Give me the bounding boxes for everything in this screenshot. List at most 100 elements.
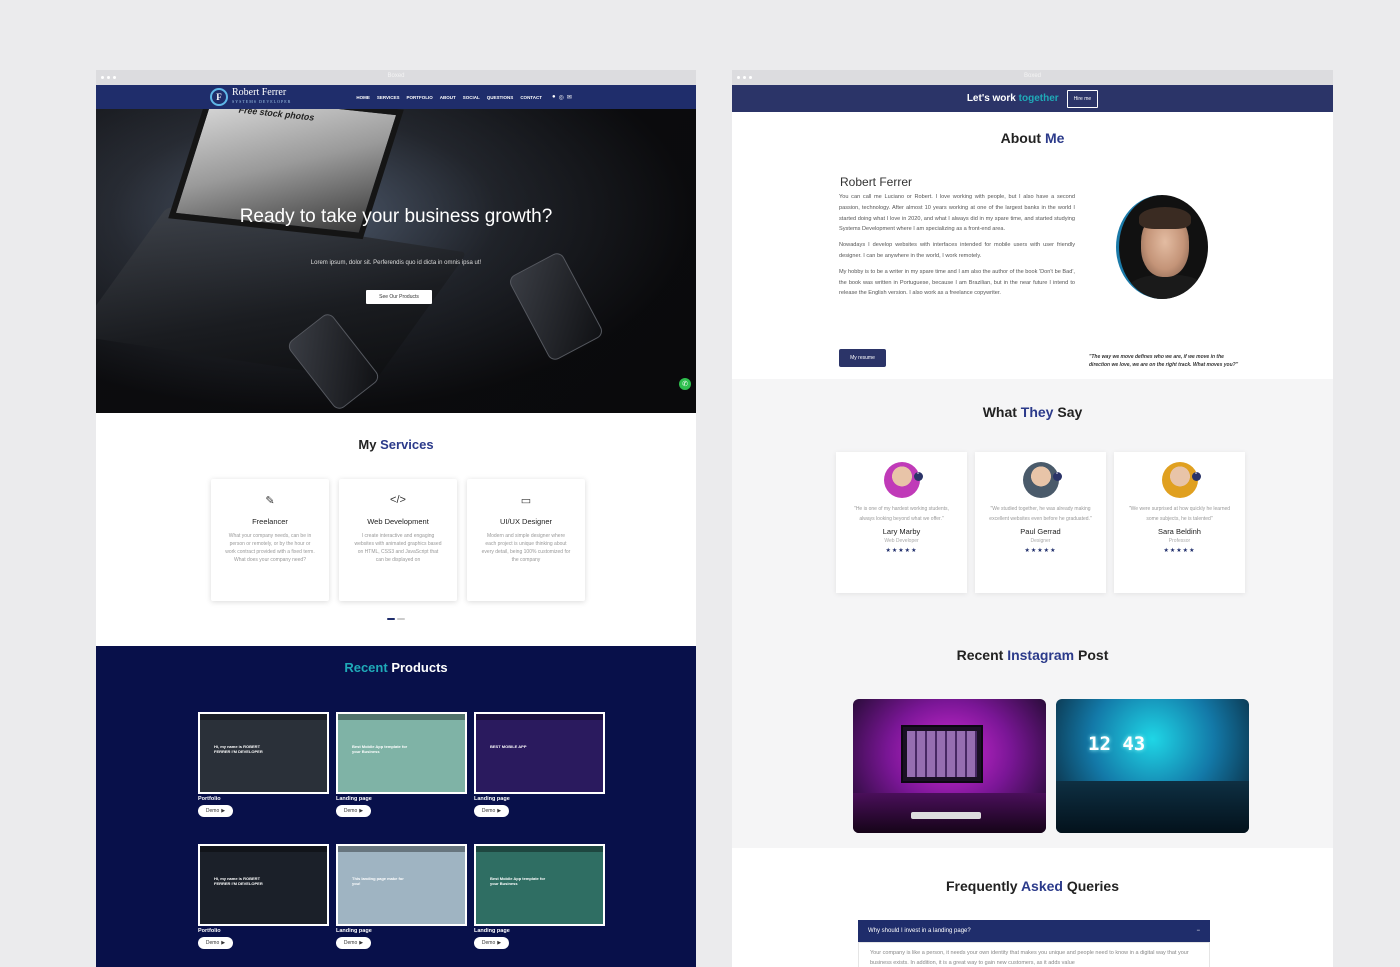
right-browser-window: Boxed Let's work together Hire me About …	[732, 70, 1333, 967]
products-heading: Recent Products	[96, 660, 696, 675]
menu-item-services[interactable]: SERVICES	[377, 95, 400, 100]
about-section: About Me Robert Ferrer You can call me L…	[732, 112, 1333, 379]
demo-label: Demo	[481, 940, 496, 946]
demo-button[interactable]: Demo ▶	[336, 805, 371, 817]
testimonials-heading-c: Say	[1057, 404, 1083, 420]
service-card: ✎ Freelancer What your company needs, ca…	[211, 479, 329, 601]
demo-button[interactable]: Demo ▶	[198, 937, 233, 949]
testimonial-name: Lary Marby	[882, 527, 921, 536]
pager-dot-active[interactable]	[387, 618, 395, 620]
rating-stars: ★★★★★	[1024, 548, 1057, 554]
avatar: "	[1022, 462, 1062, 498]
about-paragraph: You can call me Luciano or Robert. I lov…	[839, 194, 1075, 233]
play-icon: ▶	[359, 808, 364, 814]
instagram-icon[interactable]: ◎	[559, 94, 564, 101]
product-card: Best Mobile App template for your Busine…	[336, 712, 467, 817]
thumbnail-text: Hi, my name is ROBERT FERRER I'M DEVELOP…	[214, 744, 263, 754]
menu-item-contact[interactable]: CONTACT	[520, 95, 542, 100]
product-thumbnail[interactable]: Best Mobile App template for your Busine…	[474, 844, 605, 926]
monitor-icon: ▭	[520, 495, 532, 507]
logo-mark: F	[210, 88, 228, 106]
product-thumbnail[interactable]: BEST MOBILE APP	[474, 712, 605, 794]
menu-item-portfolio[interactable]: PORTFOLIO	[407, 95, 433, 100]
thumbnail-nav	[200, 846, 327, 852]
demo-label: Demo	[343, 808, 358, 814]
demo-button[interactable]: Demo ▶	[474, 805, 509, 817]
rating-stars: ★★★★★	[1163, 548, 1196, 554]
post-desk-image	[1056, 781, 1249, 833]
instagram-post[interactable]: 12 43	[1056, 699, 1249, 833]
window-title: Boxed	[387, 73, 405, 79]
demo-button[interactable]: Demo ▶	[474, 937, 509, 949]
avatar: "	[1161, 462, 1201, 498]
collapse-icon[interactable]: −	[1196, 928, 1200, 934]
demo-button[interactable]: Demo ▶	[336, 937, 371, 949]
cta-bar: Let's work together Hire me	[732, 85, 1333, 112]
post-monitor-image	[901, 725, 983, 783]
pager-dot[interactable]	[397, 618, 405, 620]
about-heading-a: About	[1000, 130, 1042, 146]
service-title: UI/UX Designer	[499, 517, 553, 526]
instagram-heading-a: Recent	[956, 647, 1004, 663]
hero-phone-image	[507, 250, 605, 363]
carousel-pager[interactable]	[387, 618, 405, 620]
services-heading-a: My	[358, 437, 377, 452]
thumbnail-nav	[338, 714, 465, 720]
products-heading-b: Products	[391, 660, 448, 675]
thumbnail-text: This landing page make for you!	[352, 876, 404, 886]
product-thumbnail[interactable]: Hi, my name is ROBERT FERRER I'M DEVELOP…	[198, 712, 329, 794]
rating-stars: ★★★★★	[885, 548, 918, 554]
testimonial-card: " "He is one of my hardest working studen…	[836, 452, 967, 593]
thumbnail-nav	[476, 714, 603, 720]
see-products-button[interactable]: See Our Products	[366, 290, 432, 304]
hire-me-button[interactable]: Hire me	[1066, 89, 1099, 108]
testimonial-card: " "We were surprised at how quickly he le…	[1114, 452, 1245, 593]
menu-item-about[interactable]: ABOUT	[440, 95, 456, 100]
profile-photo	[1116, 195, 1208, 299]
product-label: Landing page	[336, 796, 372, 802]
cta-title-a: Let's work	[966, 93, 1016, 104]
demo-button[interactable]: Demo ▶	[198, 805, 233, 817]
post-clock-text: 12 43	[1088, 733, 1146, 755]
play-icon: ▶	[359, 940, 364, 946]
instagram-post[interactable]	[853, 699, 1046, 833]
play-icon: ▶	[221, 940, 226, 946]
my-resume-button[interactable]: My resume	[839, 349, 886, 367]
testimonial-role: Designer	[1030, 538, 1051, 544]
menu-item-social[interactable]: SOCIAL	[463, 95, 480, 100]
thumbnail-text: Hi, my name is ROBERT FERRER I'M DEVELOP…	[214, 876, 263, 886]
instagram-heading-c: Post	[1078, 647, 1109, 663]
testimonials-heading-b: They	[1020, 404, 1054, 420]
product-label: Portfolio	[198, 928, 221, 934]
site-logo[interactable]: F Robert Ferrer SYSTEMS DEVELOPER	[210, 88, 291, 106]
instagram-heading-b: Instagram	[1007, 647, 1075, 663]
quote-icon: "	[913, 472, 923, 481]
laptop-screen-text: Free stock photos	[237, 109, 316, 123]
testimonial-quote: "He is one of my hardest working student…	[854, 506, 949, 522]
quote-icon: "	[1191, 472, 1201, 481]
facebook-icon[interactable]: ●	[552, 94, 556, 101]
demo-label: Demo	[343, 940, 358, 946]
testimonials-section: What They Say " "He is one of my hardest …	[732, 379, 1333, 653]
menu-item-home[interactable]: HOME	[356, 95, 370, 100]
faq-heading-a: Frequently	[945, 878, 1018, 894]
hero-title: Ready to take your business growth?	[239, 206, 553, 227]
product-card: Hi, my name is ROBERT FERRER I'M DEVELOP…	[198, 844, 329, 949]
product-card: Hi, my name is ROBERT FERRER I'M DEVELOP…	[198, 712, 329, 817]
window-title: Boxed	[1023, 73, 1041, 79]
product-card: This landing page make for you! Landing p…	[336, 844, 467, 949]
product-thumbnail[interactable]: Best Mobile App template for your Busine…	[336, 712, 467, 794]
products-section: Recent Products Hi, my name is ROBERT FE…	[96, 646, 696, 967]
testimonial-role: Web Developer	[884, 538, 919, 544]
mail-icon[interactable]: ✉	[567, 94, 572, 101]
product-thumbnail[interactable]: This landing page make for you!	[336, 844, 467, 926]
thumbnail-nav	[200, 714, 327, 720]
testimonial-name: Paul Gerrad	[1020, 527, 1061, 536]
menu-item-questions[interactable]: QUESTIONS	[487, 95, 514, 100]
service-card: </> Web Development I create interactive…	[339, 479, 457, 601]
logo-subtitle: SYSTEMS DEVELOPER	[232, 99, 292, 104]
faq-heading-b: Asked	[1020, 878, 1063, 894]
faq-question[interactable]: Why should I invest in a landing page? −	[858, 920, 1210, 942]
whatsapp-icon[interactable]: ✆	[679, 378, 691, 390]
product-thumbnail[interactable]: Hi, my name is ROBERT FERRER I'M DEVELOP…	[198, 844, 329, 926]
